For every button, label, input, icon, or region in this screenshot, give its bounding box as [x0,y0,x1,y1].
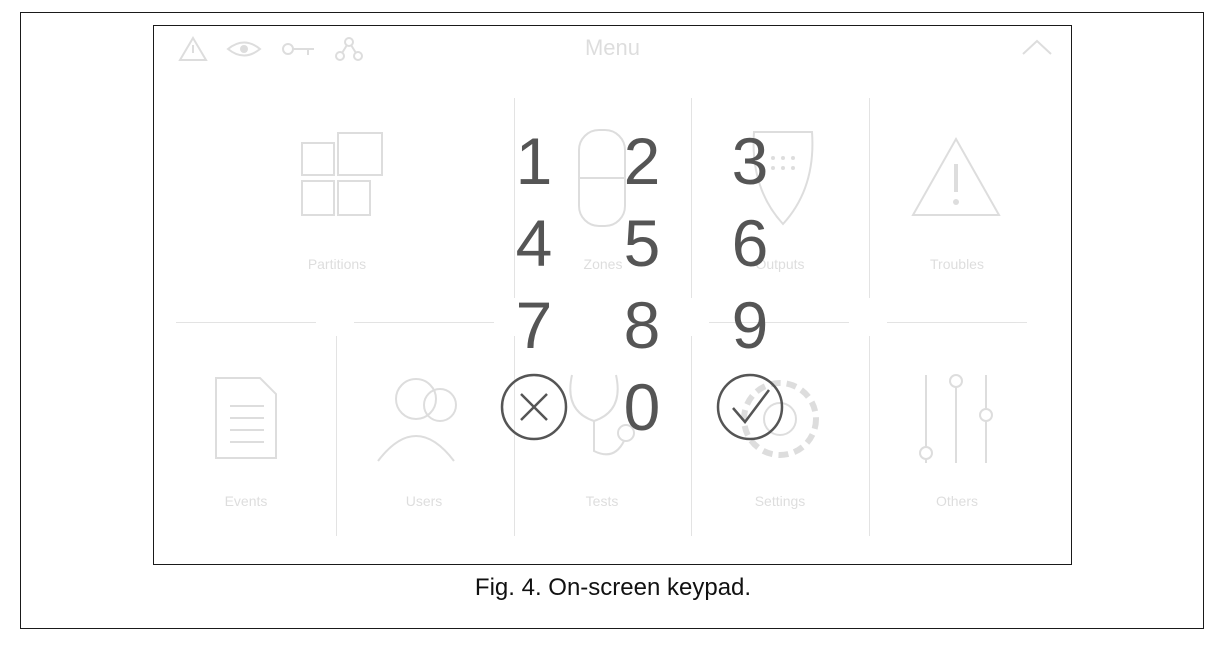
menu-title: Menu [584,35,641,60]
cancel-button[interactable] [484,372,584,442]
key-4[interactable]: 4 [484,208,584,278]
confirm-icon [716,373,784,441]
key-1[interactable]: 1 [484,126,584,196]
figure-caption: Fig. 4. On-screen keypad. [474,574,752,601]
key-7[interactable]: 7 [484,290,584,360]
key-6[interactable]: 6 [700,208,800,278]
on-screen-keypad: 1 2 3 4 5 6 7 8 9 0 [484,126,784,456]
tile-others[interactable] [884,346,1034,516]
chevron-up-icon[interactable] [1021,38,1053,56]
tile-users[interactable] [349,346,499,516]
key-8[interactable]: 8 [592,290,692,360]
touchscreen: Menu Partitions Zones Outputs Troubles E… [153,25,1072,565]
tile-troubles[interactable] [884,116,1034,286]
tile-partitions[interactable] [264,116,414,286]
key-0[interactable]: 0 [592,372,692,442]
key-3[interactable]: 3 [700,126,800,196]
key-9[interactable]: 9 [700,290,800,360]
cancel-icon [500,373,568,441]
tile-events[interactable] [174,346,324,516]
key-5[interactable]: 5 [592,208,692,278]
key-2[interactable]: 2 [592,126,692,196]
confirm-button[interactable] [700,372,800,442]
